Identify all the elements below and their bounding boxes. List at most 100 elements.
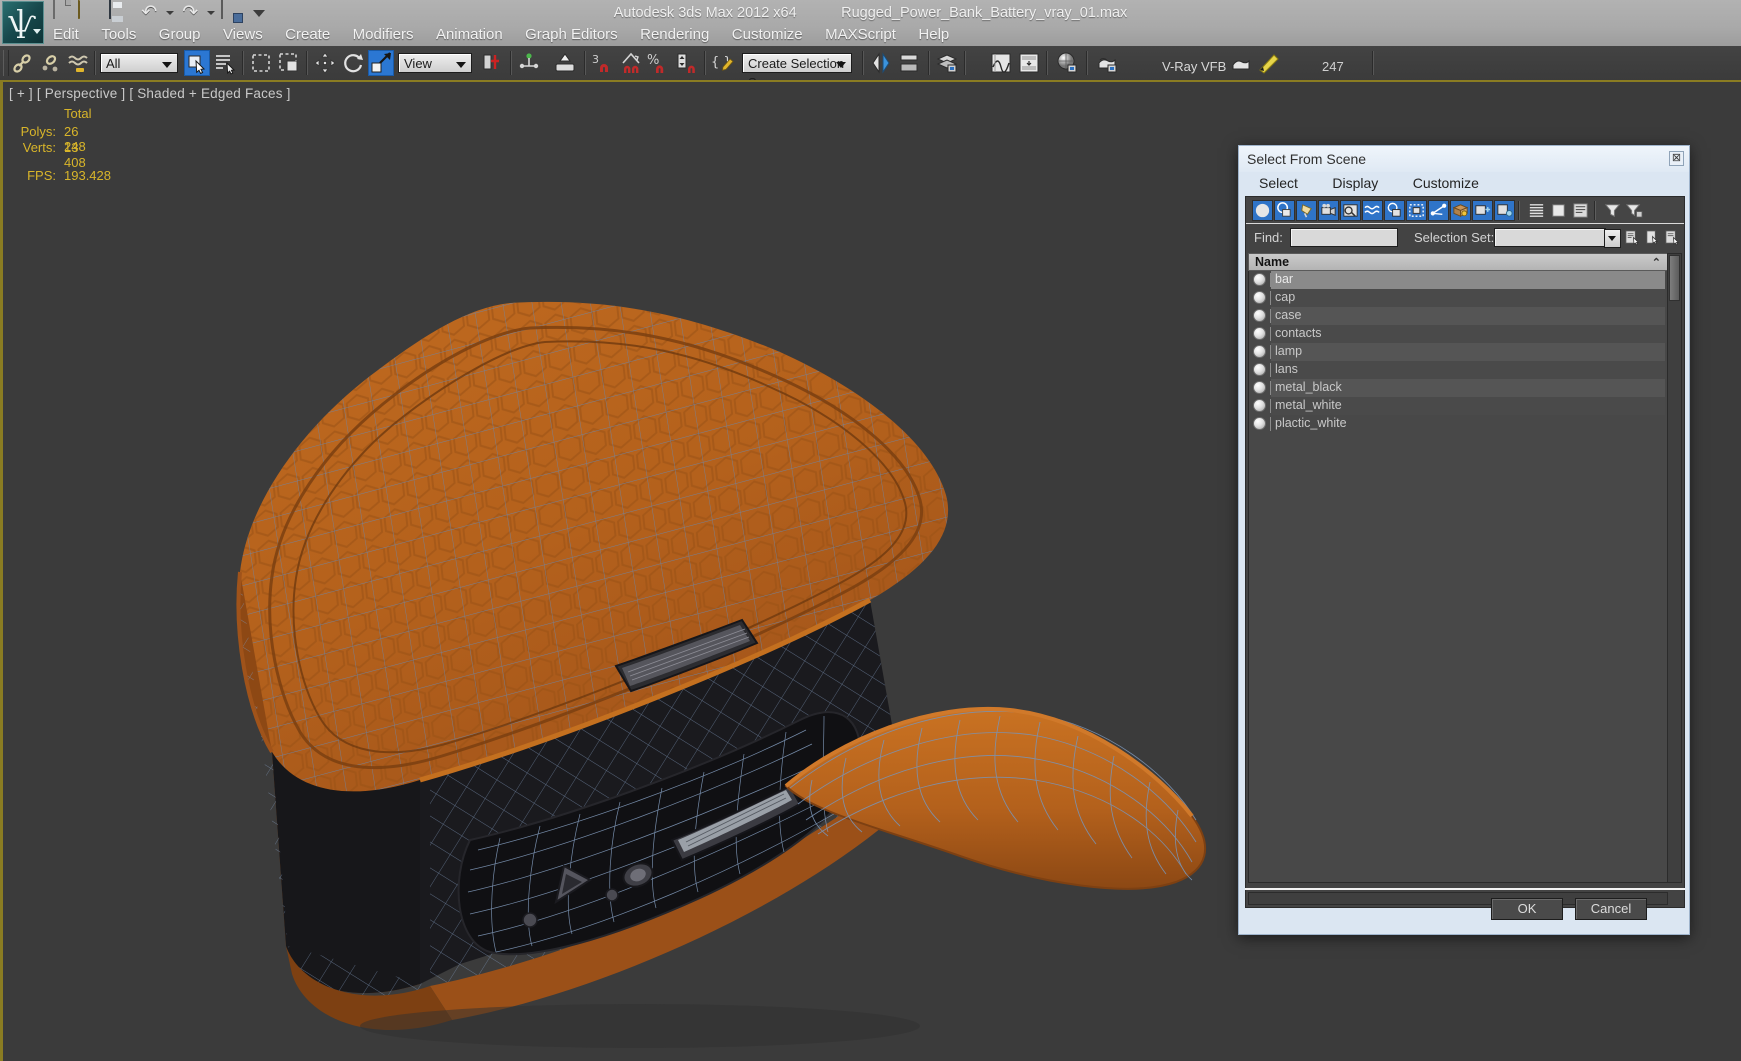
list-item[interactable]: case xyxy=(1249,307,1667,325)
object-bullet-icon[interactable] xyxy=(1253,381,1266,394)
display-geometry-icon[interactable] xyxy=(1252,200,1273,221)
select-subtree-icon[interactable] xyxy=(1662,227,1683,248)
undo-icon[interactable]: ↶ xyxy=(139,2,159,22)
selection-set-combo[interactable] xyxy=(1494,228,1621,248)
dialog-menu-select[interactable]: Select xyxy=(1249,172,1308,194)
percent-snap-toggle-icon[interactable]: % xyxy=(646,50,672,76)
select-and-link-icon[interactable] xyxy=(10,50,36,76)
unlink-selection-icon[interactable] xyxy=(38,50,64,76)
menu-item-group[interactable]: Group xyxy=(150,23,210,46)
collapse-all-icon[interactable] xyxy=(1548,200,1569,221)
object-bullet-icon[interactable] xyxy=(1253,399,1266,412)
app-logo-dropdown-icon[interactable] xyxy=(33,29,41,34)
advanced-filter-icon[interactable] xyxy=(1624,200,1645,221)
ok-button[interactable]: OK xyxy=(1491,898,1563,920)
menu-item-maxscript[interactable]: MAXScript xyxy=(816,23,905,46)
object-bullet-icon[interactable] xyxy=(1253,309,1266,322)
object-bullet-icon[interactable] xyxy=(1253,327,1266,340)
app-logo-icon[interactable]: ѱ xyxy=(2,1,44,44)
list-item[interactable]: lamp xyxy=(1249,343,1667,361)
select-from-scene-dialog[interactable]: Select From Scene ⊠ Select Display Custo… xyxy=(1238,145,1690,935)
menu-item-edit[interactable]: Edit xyxy=(44,23,88,46)
select-and-scale-icon[interactable] xyxy=(368,50,394,76)
scrollbar-thumb[interactable] xyxy=(1669,255,1680,301)
object-bullet-icon[interactable] xyxy=(1253,417,1266,430)
menu-item-graph-editors[interactable]: Graph Editors xyxy=(516,23,627,46)
undo-dropdown-icon[interactable] xyxy=(165,2,174,22)
menu-item-animation[interactable]: Animation xyxy=(427,23,512,46)
display-groups-icon[interactable] xyxy=(1384,200,1405,221)
object-bullet-icon[interactable] xyxy=(1253,345,1266,358)
display-space-warps-icon[interactable] xyxy=(1362,200,1383,221)
display-frozen-icon[interactable] xyxy=(1472,200,1493,221)
redo-dropdown-icon[interactable] xyxy=(206,2,215,22)
scene-object-list[interactable]: bar cap case contacts lamp lans metal_bl… xyxy=(1248,271,1668,883)
render-production-icon[interactable] xyxy=(1256,50,1282,76)
select-objects-icon[interactable] xyxy=(1642,227,1663,248)
menu-item-rendering[interactable]: Rendering xyxy=(631,23,718,46)
quick-access-dropdown-icon[interactable] xyxy=(252,2,266,22)
display-helpers-icon[interactable] xyxy=(1340,200,1361,221)
rendered-frame-window-icon[interactable] xyxy=(1228,50,1254,76)
chevron-down-icon[interactable] xyxy=(1604,229,1621,248)
window-crossing-icon[interactable] xyxy=(276,50,302,76)
list-item[interactable]: lans xyxy=(1249,361,1667,379)
selection-filter-combo[interactable]: All xyxy=(100,53,178,73)
curve-editor-icon[interactable] xyxy=(988,50,1014,76)
list-item[interactable]: cap xyxy=(1249,289,1667,307)
select-object-icon[interactable] xyxy=(184,50,210,76)
new-file-icon[interactable] xyxy=(48,0,70,23)
list-vertical-scrollbar[interactable] xyxy=(1667,253,1682,883)
expand-all-icon[interactable] xyxy=(1526,200,1547,221)
layer-manager-icon[interactable] xyxy=(934,50,960,76)
menu-item-customize[interactable]: Customize xyxy=(723,23,812,46)
redo-icon[interactable]: ↷ xyxy=(180,2,200,22)
list-item[interactable]: metal_white xyxy=(1249,397,1667,415)
display-bones-icon[interactable] xyxy=(1428,200,1449,221)
material-editor-icon[interactable] xyxy=(1054,50,1080,76)
snaps-toggle-icon[interactable]: 3 xyxy=(590,50,616,76)
save-file-icon[interactable] xyxy=(108,0,131,23)
angle-snap-toggle-icon[interactable] xyxy=(618,50,644,76)
select-and-move-icon[interactable] xyxy=(312,50,338,76)
display-lights-icon[interactable] xyxy=(1296,200,1317,221)
menu-item-modifiers[interactable]: Modifiers xyxy=(344,23,423,46)
toolbar-grip[interactable] xyxy=(3,50,9,76)
select-and-manipulate-icon[interactable] xyxy=(516,50,542,76)
menu-item-create[interactable]: Create xyxy=(276,23,339,46)
list-item[interactable]: plactic_white xyxy=(1249,415,1667,433)
display-hidden-icon[interactable] xyxy=(1494,200,1515,221)
use-pivot-point-center-icon[interactable] xyxy=(478,50,504,76)
mirror-icon[interactable] xyxy=(868,50,894,76)
list-item[interactable]: bar xyxy=(1249,271,1667,289)
menu-item-tools[interactable]: Tools xyxy=(92,23,145,46)
display-xrefs-icon[interactable] xyxy=(1406,200,1427,221)
keyboard-shortcut-override-toggle-icon[interactable] xyxy=(552,50,578,76)
edit-named-selection-sets-icon[interactable]: { } xyxy=(710,50,736,76)
find-input[interactable] xyxy=(1290,228,1398,247)
rectangular-selection-region-icon[interactable] xyxy=(248,50,274,76)
list-item[interactable]: metal_black xyxy=(1249,379,1667,397)
align-icon[interactable] xyxy=(896,50,922,76)
chevron-down-icon[interactable] xyxy=(456,62,466,68)
cancel-button[interactable]: Cancel xyxy=(1575,898,1647,920)
named-selection-set-combo[interactable]: Create Selection Se xyxy=(742,53,852,90)
select-sets-icon[interactable] xyxy=(1622,227,1643,248)
menu-item-help[interactable]: Help xyxy=(909,23,958,46)
chevron-down-icon[interactable] xyxy=(162,62,172,68)
display-containers-icon[interactable] xyxy=(1450,200,1471,221)
reference-coordinate-system-combo[interactable]: View xyxy=(398,53,472,73)
display-shapes-icon[interactable] xyxy=(1274,200,1295,221)
set-project-folder-icon[interactable] xyxy=(221,0,243,23)
object-bullet-icon[interactable] xyxy=(1253,291,1266,304)
filter-icon[interactable] xyxy=(1602,200,1623,221)
select-by-name-icon[interactable] xyxy=(212,50,238,76)
column-header-name[interactable]: Name ⌃ xyxy=(1248,253,1668,271)
bind-to-space-warp-icon[interactable] xyxy=(66,50,92,76)
select-and-rotate-icon[interactable] xyxy=(340,50,366,76)
schematic-view-icon[interactable] xyxy=(1016,50,1042,76)
list-item[interactable]: contacts xyxy=(1249,325,1667,343)
object-bullet-icon[interactable] xyxy=(1253,363,1266,376)
render-setup-icon[interactable] xyxy=(1094,50,1120,76)
display-cameras-icon[interactable] xyxy=(1318,200,1339,221)
